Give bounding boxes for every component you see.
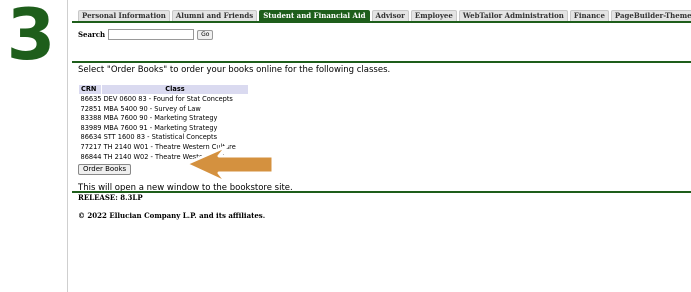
step-number: 3 <box>6 0 56 76</box>
class-entry: 77217 TH 2140 W01 - Theatre Western Cult… <box>80 142 236 151</box>
tab-personal-information[interactable]: Personal Information <box>78 10 170 21</box>
instructions-text: Select "Order Books" to order your books… <box>78 65 391 75</box>
table-row: 86844 TH 2140 W02 - Theatre Western Cult… <box>79 153 249 163</box>
class-entry: 83989 MBA 7600 91 - Marketing Strategy <box>80 123 218 132</box>
search-row: Search Go <box>78 29 214 40</box>
class-entry: 86844 TH 2140 W02 - Theatre Western Cult… <box>80 152 236 161</box>
class-entry: 86635 DEV 0600 83 - Found for Stat Conce… <box>80 95 233 103</box>
tab-student-and-financial-aid[interactable]: Student and Financial Aid <box>259 10 370 21</box>
class-entry: 86634 STT 1600 83 - Statistical Concepts <box>80 133 218 142</box>
class-entry: 83388 MBA 7600 90 - Marketing Strategy <box>80 114 218 123</box>
class-entry: 72851 MBA 5400 90 - Survey of Law <box>80 104 201 113</box>
tab-alumni-and-friends[interactable]: Alumni and Friends <box>171 10 258 21</box>
table-row: 83388 MBA 7600 90 - Marketing Strategy <box>79 114 249 124</box>
table-header-row: CRN Class <box>78 84 249 95</box>
class-column-header: Class <box>101 84 249 95</box>
table-row: 83989 MBA 7600 91 - Marketing Strategy <box>79 124 249 134</box>
tab-pagebuilder-themeeditor[interactable]: PageBuilder-ThemeEditor <box>610 10 691 21</box>
release-label: RELEASE: 8.3LP <box>78 193 143 202</box>
copyright-text: © 2022 Ellucian Company L.P. and its aff… <box>78 211 266 220</box>
search-label: Search <box>78 30 106 39</box>
tab-employee[interactable]: Employee <box>410 10 457 21</box>
main-tab-bar: Personal Information Alumni and Friends St… <box>78 10 691 21</box>
tab-webtailor-administration[interactable]: WebTailor Administration <box>458 10 568 21</box>
classes-table: CRN Class 86635 DEV 0600 83 - Found for … <box>78 84 249 162</box>
tab-divider <box>72 21 691 23</box>
table-row: 72851 MBA 5400 90 - Survey of Law <box>79 105 249 115</box>
header-divider <box>72 61 691 63</box>
tab-finance[interactable]: Finance <box>569 10 609 21</box>
tab-advisor[interactable]: Advisor <box>371 10 409 21</box>
table-row: 86634 STT 1600 83 - Statistical Concepts <box>79 133 249 143</box>
order-books-button[interactable]: Order Books <box>78 164 132 175</box>
browser-page: Personal Information Alumni and Friends St… <box>67 0 691 292</box>
crn-column-header: CRN <box>78 84 102 95</box>
footer-divider <box>72 191 691 193</box>
search-input[interactable] <box>108 29 195 40</box>
table-row: 77217 TH 2140 W01 - Theatre Western Cult… <box>79 143 249 153</box>
search-go-button[interactable]: Go <box>197 29 214 40</box>
table-row: 86635 DEV 0600 83 - Found for Stat Conce… <box>79 95 249 105</box>
